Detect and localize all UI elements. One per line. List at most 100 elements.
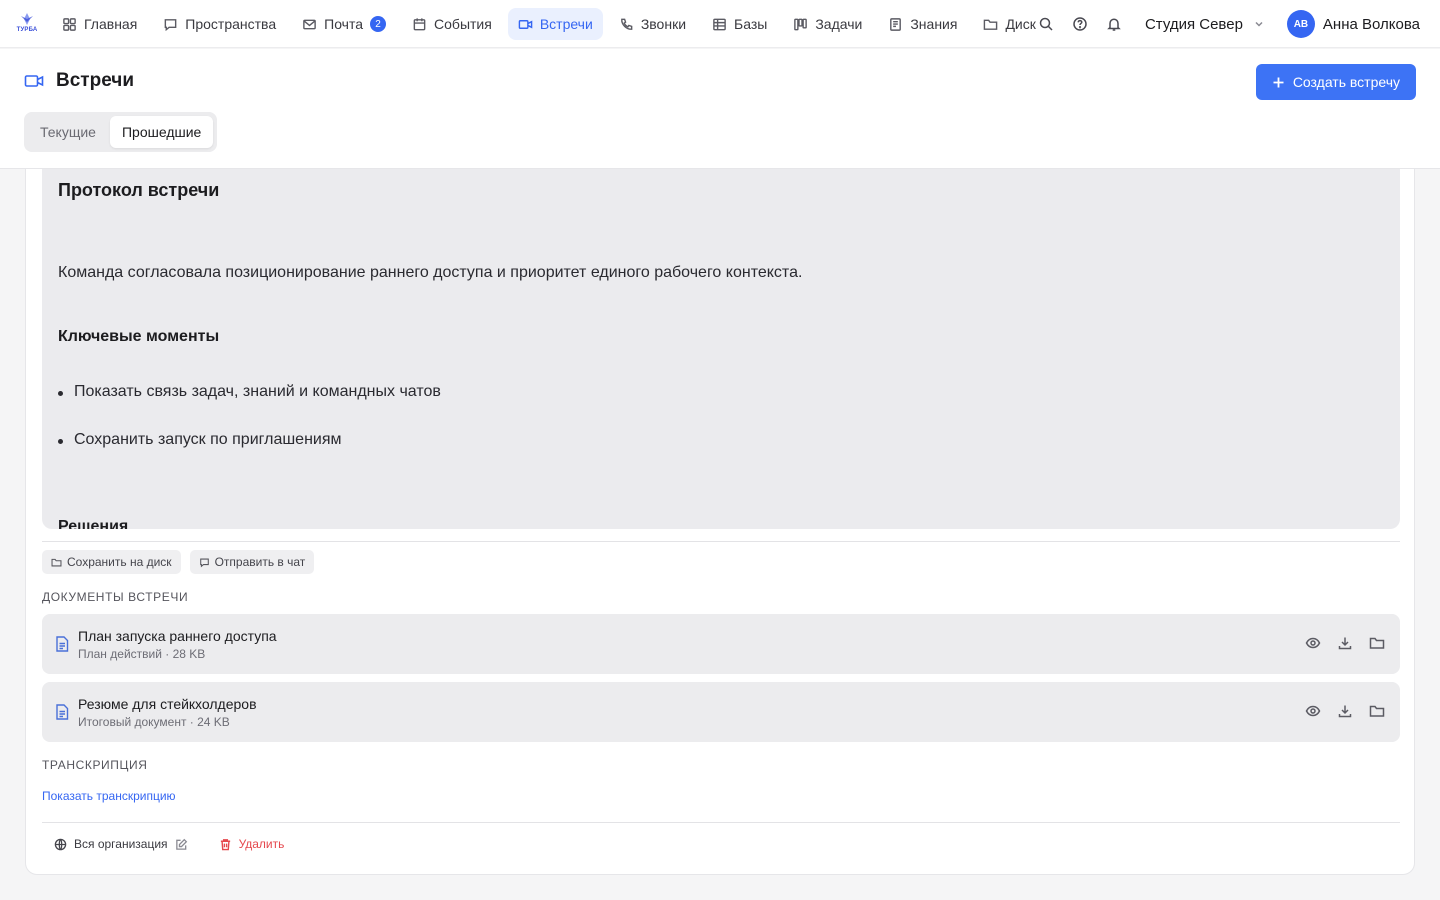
download-button[interactable] xyxy=(1336,702,1354,720)
folder-icon xyxy=(51,558,62,566)
globe-icon xyxy=(54,838,67,850)
nav-item-events[interactable]: События xyxy=(402,8,502,40)
edit-visibility-button[interactable] xyxy=(175,838,188,851)
meeting-protocol[interactable]: Протокол встречи Команда согласовала поз… xyxy=(42,169,1400,529)
help-button[interactable] xyxy=(1063,8,1097,40)
nav-item-label: Звонки xyxy=(640,16,687,32)
save-to-folder-button[interactable] xyxy=(1368,702,1386,720)
list-item: Сохранить запуск по приглашениям xyxy=(58,431,441,479)
send-to-chat-button[interactable]: Отправить в чат xyxy=(189,550,315,574)
document-meta: План действий · 28 KB xyxy=(78,647,206,661)
kanban-icon xyxy=(794,18,808,30)
nav-item-mail[interactable]: Почта 2 xyxy=(292,8,396,40)
table-icon xyxy=(713,18,726,30)
create-meeting-button[interactable]: Создать встречу xyxy=(1255,64,1416,100)
visibility-label: Вся организация xyxy=(74,837,168,851)
chat-bubble-icon xyxy=(199,558,209,567)
chat-bubble-icon xyxy=(164,18,177,31)
book-icon xyxy=(890,17,902,31)
grid-icon xyxy=(63,17,76,31)
send-to-chat-label: Отправить в чат xyxy=(214,555,306,569)
nav-item-label: Пространства xyxy=(185,16,277,32)
notifications-button[interactable] xyxy=(1097,8,1131,40)
nav-item-home[interactable]: Главная xyxy=(52,8,147,40)
mail-icon xyxy=(303,19,316,29)
video-icon xyxy=(24,75,44,87)
user-avatar[interactable]: АВ xyxy=(1286,10,1315,38)
logo-mark-icon xyxy=(21,13,33,25)
save-to-disk-label: Сохранить на диск xyxy=(67,555,172,569)
document-actions xyxy=(1304,702,1386,720)
nav-item-meetings[interactable]: Встречи xyxy=(507,8,603,40)
nav-item-label: Встречи xyxy=(539,16,593,32)
page-title-group: Встречи xyxy=(24,70,134,92)
nav-item-label: Главная xyxy=(84,16,138,32)
save-to-disk-button[interactable]: Сохранить на диск xyxy=(42,550,181,574)
search-icon xyxy=(1039,17,1053,31)
app-logo[interactable]: ТУРБА xyxy=(14,12,40,38)
document-item[interactable]: План запуска раннего доступа План действ… xyxy=(42,614,1400,674)
meeting-details-card: Протокол встречи Команда согласовала поз… xyxy=(25,169,1415,875)
document-item[interactable]: Резюме для стейкхолдеров Итоговый докуме… xyxy=(42,682,1400,742)
logo-text: ТУРБА xyxy=(16,27,38,33)
key-point-text: Показать связь задач, знаний и командных… xyxy=(74,383,441,400)
preview-button[interactable] xyxy=(1304,702,1322,720)
decisions-heading: Решения xyxy=(58,518,129,529)
folder-icon xyxy=(1369,705,1385,717)
eye-icon xyxy=(1305,637,1321,649)
key-point-text: Сохранить запуск по приглашениям xyxy=(74,431,342,448)
mail-unread-badge: 2 xyxy=(370,16,387,32)
folder-icon xyxy=(1369,637,1385,649)
video-icon xyxy=(518,19,533,29)
trash-icon xyxy=(220,838,230,850)
meetings-tabs: Текущие Прошедшие xyxy=(24,112,218,152)
save-to-folder-button[interactable] xyxy=(1368,634,1386,652)
bullet xyxy=(58,391,63,396)
plus-icon xyxy=(1273,77,1284,87)
preview-button[interactable] xyxy=(1304,634,1322,652)
document-icon xyxy=(55,636,69,652)
document-icon xyxy=(55,704,69,720)
meeting-footer: Вся организация Удалить xyxy=(54,837,284,851)
nav-item-label: Знания xyxy=(910,16,958,32)
nav-item-calls[interactable]: Звонки xyxy=(609,8,696,40)
tab-current[interactable]: Текущие xyxy=(28,116,108,148)
list-item: Показать связь задач, знаний и командных… xyxy=(58,383,441,431)
visibility-setting[interactable]: Вся организация xyxy=(54,837,188,851)
nav-item-spaces[interactable]: Пространства xyxy=(153,8,286,40)
document-actions xyxy=(1304,634,1386,652)
user-name[interactable]: Анна Волкова xyxy=(1323,16,1420,33)
nav-item-databases[interactable]: Базы xyxy=(702,8,777,40)
bullet xyxy=(58,439,63,444)
top-navigation: ТУРБА Главная Пространства Почта 2 Событ… xyxy=(0,0,1440,48)
bell-icon xyxy=(1107,18,1121,31)
nav-item-label: Базы xyxy=(734,16,768,32)
key-points-list: Показать связь задач, знаний и командных… xyxy=(58,383,441,479)
show-transcript-link[interactable]: Показать транскрипцию xyxy=(42,789,176,803)
chevron-down-icon xyxy=(1255,21,1263,27)
main-nav: Главная Пространства Почта 2 События Вст… xyxy=(52,8,1052,40)
protocol-actions: Сохранить на диск Отправить в чат xyxy=(42,550,315,574)
divider xyxy=(42,822,1400,823)
nav-item-knowledge[interactable]: Знания xyxy=(878,8,967,40)
protocol-heading: Протокол встречи xyxy=(58,180,220,200)
tab-past[interactable]: Прошедшие xyxy=(109,116,214,148)
help-icon xyxy=(1073,17,1087,31)
workspace-name: Студия Север xyxy=(1144,15,1243,33)
workspace-switcher[interactable]: Студия Север xyxy=(1145,16,1265,33)
download-icon xyxy=(1338,637,1352,650)
page-title: Встречи xyxy=(56,70,135,91)
document-title: Резюме для стейкхолдеров xyxy=(78,696,257,712)
protocol-summary: Команда согласовала позиционирование ран… xyxy=(58,264,803,281)
delete-meeting-button[interactable]: Удалить xyxy=(219,837,285,851)
key-points-heading: Ключевые моменты xyxy=(58,328,220,345)
delete-label: Удалить xyxy=(238,837,285,851)
divider xyxy=(42,541,1400,542)
nav-item-tasks[interactable]: Задачи xyxy=(783,8,872,40)
search-button[interactable] xyxy=(1029,8,1063,40)
folder-icon xyxy=(984,19,998,30)
download-button[interactable] xyxy=(1336,634,1354,652)
documents-section-label: ДОКУМЕНТЫ ВСТРЕЧИ xyxy=(42,590,189,604)
edit-icon xyxy=(175,838,187,850)
calendar-icon xyxy=(413,17,426,30)
